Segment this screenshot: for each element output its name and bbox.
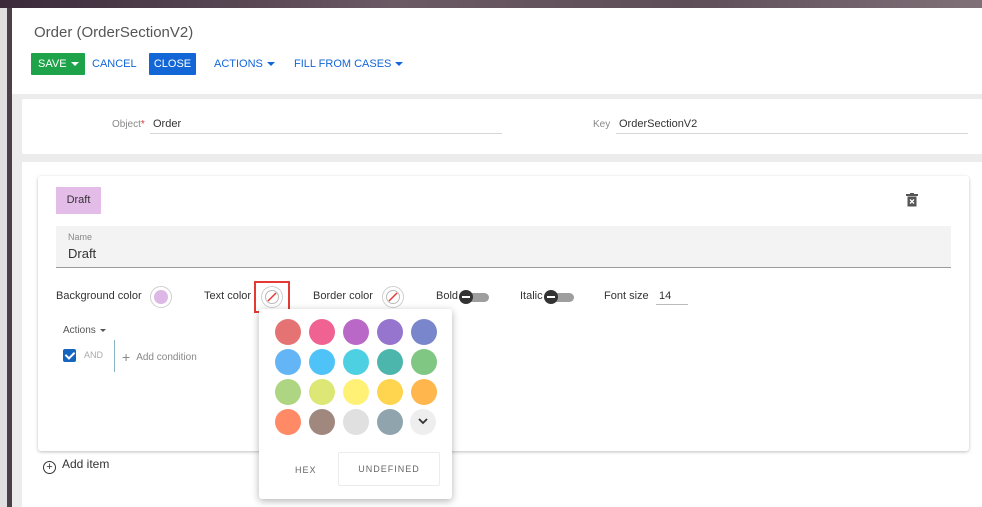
palette-color-swatch[interactable] [275, 349, 301, 375]
palette-color-swatch[interactable] [309, 409, 335, 435]
condition-checkbox[interactable] [63, 349, 76, 362]
palette-color-swatch[interactable] [275, 409, 301, 435]
palette-color-swatch[interactable] [275, 379, 301, 405]
actions-menu-button[interactable]: ACTIONS [214, 53, 275, 75]
add-circle-icon: + [43, 461, 56, 474]
name-label: Name [68, 232, 93, 242]
background-color-picker[interactable] [150, 286, 172, 308]
palette-color-swatch[interactable] [275, 319, 301, 345]
save-button[interactable]: SAVE [31, 53, 85, 75]
actions-menu[interactable]: Actions [63, 325, 106, 336]
condition-operator: AND [84, 350, 104, 360]
palette-color-swatch[interactable] [309, 319, 335, 345]
condition-divider [114, 340, 115, 372]
more-colors-button[interactable] [410, 409, 436, 435]
palette-color-swatch[interactable] [309, 379, 335, 405]
chevron-down-icon [395, 62, 404, 67]
color-picker-popup: HEX UNDEFINED [259, 309, 452, 499]
palette-color-swatch[interactable] [343, 379, 369, 405]
object-field[interactable]: Order [153, 118, 181, 130]
bold-label: Bold [436, 290, 459, 302]
palette-color-swatch[interactable] [411, 349, 437, 375]
add-item-button[interactable]: + Add item [43, 457, 109, 474]
chevron-down-icon [70, 62, 79, 67]
key-label: Key [593, 119, 611, 130]
undefined-color-button[interactable]: UNDEFINED [338, 452, 440, 486]
object-label: Object* [112, 119, 145, 130]
font-size-label: Font size [604, 290, 649, 302]
object-field-underline [150, 133, 502, 134]
chevron-down-icon [99, 328, 106, 332]
page-title: Order (OrderSectionV2) [34, 24, 194, 41]
cancel-button[interactable]: CANCEL [92, 53, 137, 75]
fill-from-cases-button[interactable]: FILL FROM CASES [294, 53, 404, 75]
palette-color-swatch[interactable] [343, 319, 369, 345]
background-color-label: Background color [56, 290, 142, 302]
palette-color-swatch[interactable] [377, 349, 403, 375]
plus-icon: + [122, 349, 131, 365]
italic-toggle[interactable] [544, 290, 574, 304]
key-field[interactable]: OrderSectionV2 [619, 118, 697, 130]
palette-color-swatch[interactable] [377, 379, 403, 405]
hex-button[interactable]: HEX [295, 465, 317, 475]
chevron-down-icon [418, 418, 428, 425]
palette-color-swatch[interactable] [343, 349, 369, 375]
palette-color-swatch[interactable] [309, 349, 335, 375]
palette-color-swatch[interactable] [411, 319, 437, 345]
italic-label: Italic [520, 290, 543, 302]
key-field-underline [616, 133, 968, 134]
no-color-icon [386, 290, 400, 304]
close-button[interactable]: CLOSE [149, 53, 196, 75]
add-condition-button[interactable]: + Add condition [122, 349, 197, 365]
font-size-input[interactable]: 14 [659, 290, 671, 302]
palette-color-swatch[interactable] [377, 319, 403, 345]
bold-toggle[interactable] [459, 290, 489, 304]
header-panel [12, 8, 982, 94]
window-top-strip [0, 0, 982, 8]
palette-color-swatch[interactable] [343, 409, 369, 435]
item-preview-chip: Draft [56, 187, 101, 214]
border-color-label: Border color [313, 290, 373, 302]
trash-icon[interactable] [906, 193, 918, 207]
text-color-label: Text color [204, 290, 252, 302]
border-color-picker[interactable] [382, 286, 404, 308]
font-size-underline [656, 304, 688, 305]
item-card [38, 176, 969, 451]
name-value: Draft [68, 246, 97, 261]
chevron-down-icon [266, 62, 275, 67]
palette-color-swatch[interactable] [377, 409, 403, 435]
name-field[interactable] [56, 226, 951, 268]
palette-color-swatch[interactable] [411, 379, 437, 405]
background-color-swatch [154, 290, 168, 304]
